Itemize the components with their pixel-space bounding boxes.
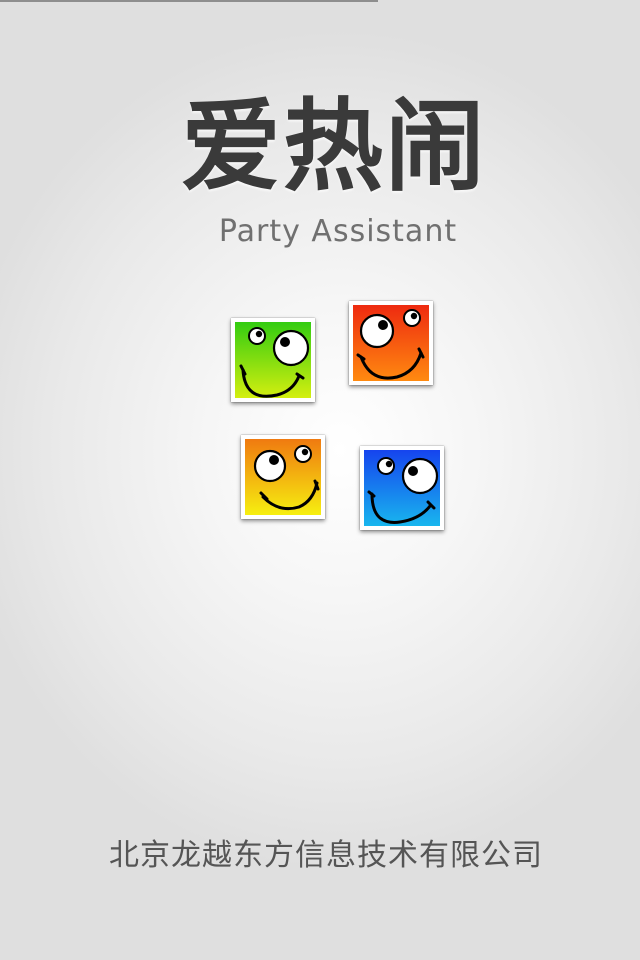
yellow-smiley-icon bbox=[241, 435, 325, 519]
green-smiley-icon bbox=[231, 318, 315, 402]
app-subtitle: Party Assistant bbox=[218, 214, 458, 249]
status-bar-line bbox=[0, 0, 378, 2]
red-smiley-icon bbox=[349, 301, 433, 385]
company-name: 北京龙越东方信息技术有限公司 bbox=[109, 838, 543, 873]
app-title: 爱热闹 bbox=[181, 88, 487, 205]
blue-smiley-icon bbox=[360, 446, 444, 530]
